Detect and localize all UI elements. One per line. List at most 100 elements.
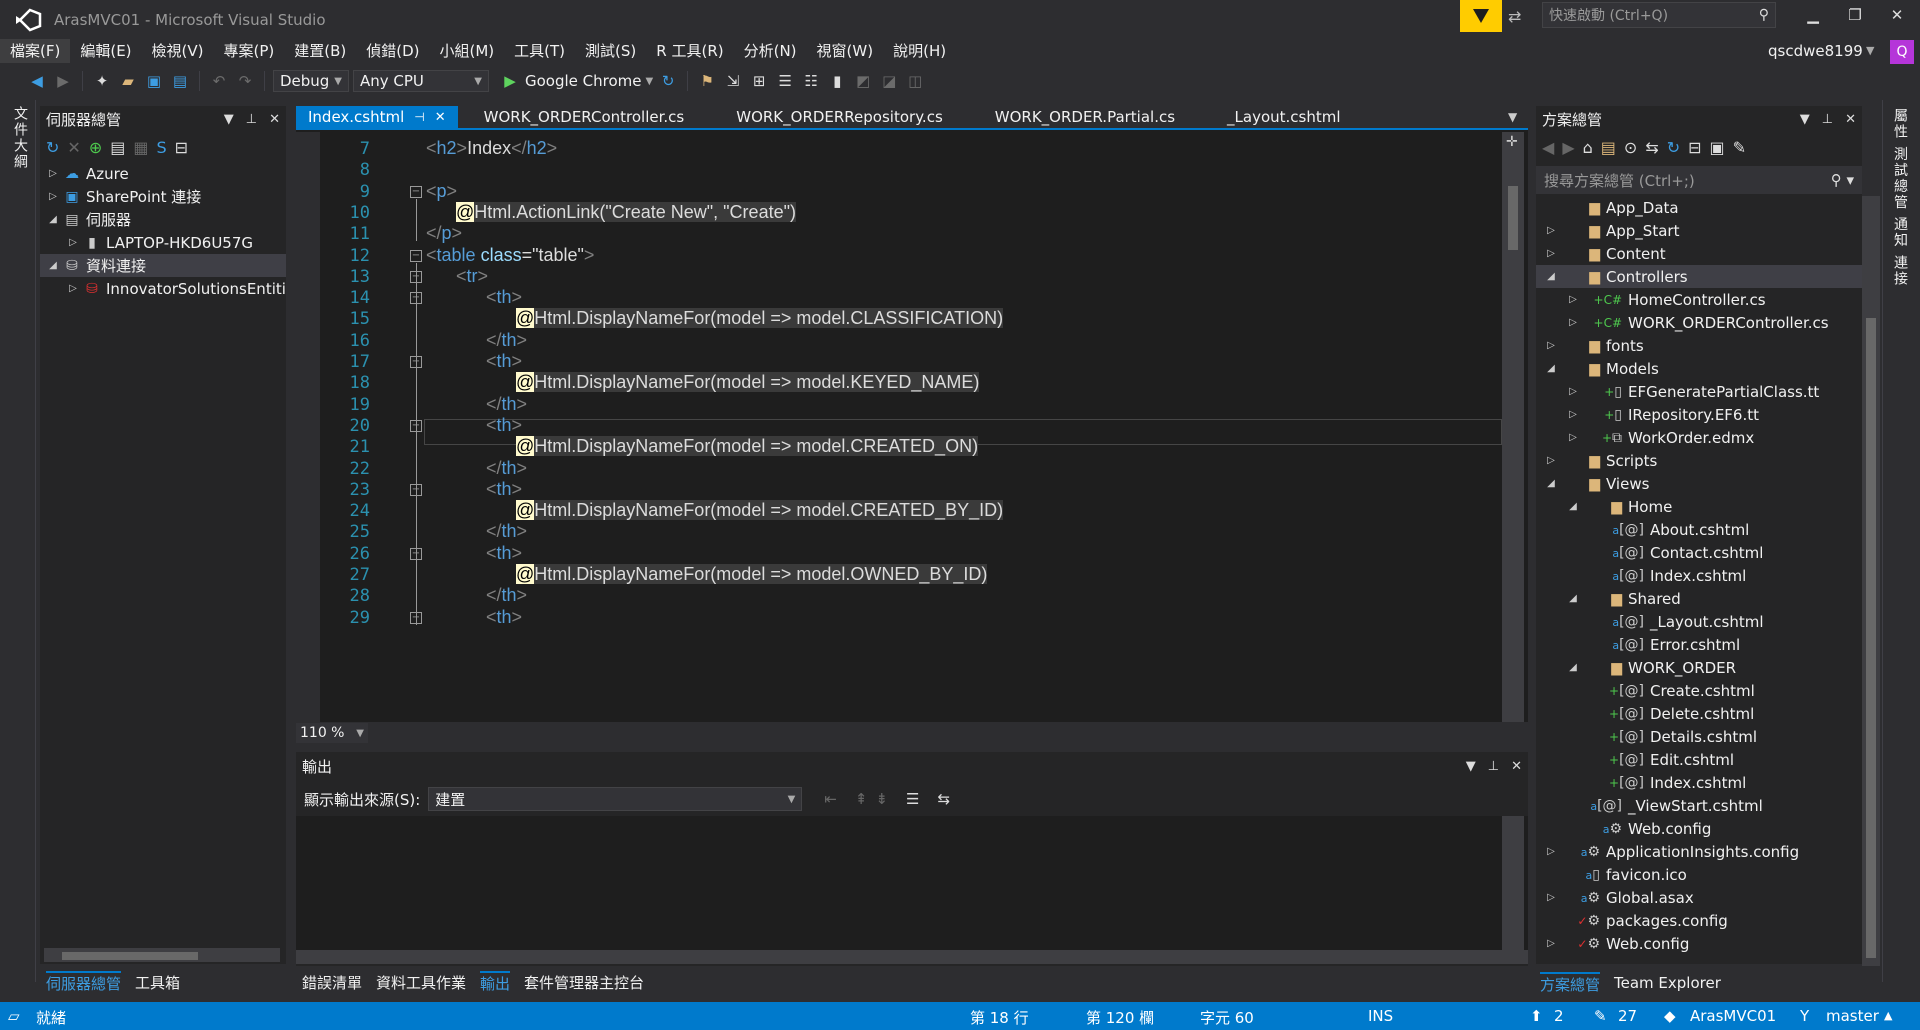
solution-item[interactable]: +[@] Create.cshtml bbox=[1536, 679, 1862, 702]
close-icon[interactable]: ✕ bbox=[1845, 112, 1856, 127]
chevron-down-icon[interactable]: ▼ bbox=[1466, 759, 1476, 774]
solution-item[interactable]: a[@] Index.cshtml bbox=[1536, 564, 1862, 587]
collapse-all-icon[interactable]: ⊟ bbox=[1688, 138, 1701, 157]
document-tab[interactable]: WORK_ORDERController.cs bbox=[472, 106, 697, 128]
clear-bookmarks-icon[interactable]: ◫ bbox=[904, 70, 926, 92]
expanded-arrow-icon[interactable]: ◢ bbox=[1538, 363, 1564, 374]
expanded-arrow-icon[interactable]: ◢ bbox=[44, 214, 62, 225]
start-debug-icon[interactable]: ▶ bbox=[499, 70, 521, 92]
solution-item[interactable]: a[@] _Layout.cshtml bbox=[1536, 610, 1862, 633]
stop-icon[interactable]: ✕ bbox=[67, 138, 80, 157]
bookmark-icon[interactable]: ▮ bbox=[826, 70, 848, 92]
step-icon[interactable]: ⇲ bbox=[722, 70, 744, 92]
arrow-up-icon[interactable]: ⬆ bbox=[1530, 1007, 1543, 1025]
pin-icon[interactable]: ⊥ bbox=[246, 112, 257, 127]
solution-item[interactable]: a[@] Error.cshtml bbox=[1536, 633, 1862, 656]
bottom-tab[interactable]: 資料工具作業 bbox=[376, 972, 466, 993]
connect-server-icon[interactable]: ▤ bbox=[110, 138, 125, 157]
solution-item[interactable]: a[@] _ViewStart.cshtml bbox=[1536, 794, 1862, 817]
solution-item[interactable]: ◢ ▆ Controllers bbox=[1536, 265, 1862, 288]
notification-flag-icon[interactable] bbox=[1460, 0, 1502, 32]
collapsed-arrow-icon[interactable]: ▷ bbox=[1538, 846, 1564, 857]
collapsed-arrow-icon[interactable]: ▷ bbox=[1560, 432, 1586, 443]
collapsed-arrow-icon[interactable]: ▷ bbox=[1538, 892, 1564, 903]
collapsed-arrow-icon[interactable]: ▷ bbox=[44, 168, 62, 179]
save-icon[interactable]: ▣ bbox=[143, 70, 165, 92]
chevron-down-icon[interactable]: ▼ bbox=[1508, 110, 1517, 124]
tree-item[interactable]: ◢ ▤ 伺服器 bbox=[40, 208, 286, 231]
solution-item[interactable]: ▷ +⧉ WorkOrder.edmx bbox=[1536, 426, 1862, 449]
solution-search-input[interactable]: 搜尋方案總管 (Ctrl+;) ⚲ ▾ bbox=[1536, 166, 1862, 194]
expanded-arrow-icon[interactable]: ◢ bbox=[1560, 593, 1586, 604]
collapsed-arrow-icon[interactable]: ▷ bbox=[44, 191, 62, 202]
chevron-up-icon[interactable]: ▲ bbox=[1884, 1009, 1892, 1022]
comment-icon[interactable]: ☰ bbox=[774, 70, 796, 92]
expanded-arrow-icon[interactable]: ◢ bbox=[44, 260, 62, 271]
repository-name[interactable]: ArasMVC01 bbox=[1690, 1007, 1776, 1025]
solution-item[interactable]: +[@] Details.cshtml bbox=[1536, 725, 1862, 748]
uncomment-icon[interactable]: ☷ bbox=[800, 70, 822, 92]
menu-item[interactable]: 檔案(F) bbox=[0, 39, 71, 63]
menu-item[interactable]: 檢視(V) bbox=[142, 39, 214, 63]
menu-item[interactable]: 分析(N) bbox=[734, 39, 807, 63]
navigate-forward-icon[interactable]: ▶ bbox=[52, 70, 74, 92]
solution-item[interactable]: ▷ ▆ Scripts bbox=[1536, 449, 1862, 472]
properties-icon[interactable]: ✎ bbox=[1733, 138, 1746, 157]
user-name[interactable]: qscdwe8199 bbox=[1768, 42, 1863, 60]
pin-icon[interactable]: ⊥ bbox=[1822, 112, 1833, 127]
zoom-select[interactable]: 110 % ▼ bbox=[296, 723, 368, 743]
quick-launch-input[interactable]: 快速啟動 (Ctrl+Q) ⚲ bbox=[1542, 2, 1776, 28]
solution-item[interactable]: ▷ ✓⚙ Web.config bbox=[1536, 932, 1862, 955]
configuration-select[interactable]: Debug ▼ bbox=[273, 70, 349, 92]
redo-icon[interactable]: ↷ bbox=[234, 70, 256, 92]
menu-item[interactable]: 說明(H) bbox=[883, 39, 956, 63]
bottom-tab[interactable]: Team Explorer bbox=[1614, 974, 1721, 992]
bottom-tab[interactable]: 輸出 bbox=[480, 970, 511, 994]
sync-icon[interactable]: ⇆ bbox=[1645, 138, 1658, 157]
tree-item[interactable]: ◢ ⛁ 資料連接 bbox=[40, 254, 286, 277]
expanded-arrow-icon[interactable]: ◢ bbox=[1560, 501, 1586, 512]
new-project-icon[interactable]: ✦ bbox=[91, 70, 113, 92]
solution-item[interactable]: ▷ +C# WORK_ORDERController.cs bbox=[1536, 311, 1862, 334]
clear-all-icon[interactable]: ☰ bbox=[906, 790, 919, 808]
open-file-icon[interactable]: ▰ bbox=[117, 70, 139, 92]
forward-icon[interactable]: ▶ bbox=[1562, 138, 1574, 157]
bottom-tab[interactable]: 套件管理器主控台 bbox=[524, 972, 644, 993]
tree-item[interactable]: ▷ ▮ LAPTOP-HKD6U57G bbox=[40, 231, 286, 254]
solution-item[interactable]: ▷ +C# HomeController.cs bbox=[1536, 288, 1862, 311]
back-icon[interactable]: ◀ bbox=[1542, 138, 1554, 157]
solution-item[interactable]: ◢ ▆ WORK_ORDER bbox=[1536, 656, 1862, 679]
collapsed-arrow-icon[interactable]: ▷ bbox=[1538, 455, 1564, 466]
restore-button[interactable]: ❐ bbox=[1842, 6, 1868, 28]
navigate-back-icon[interactable]: ◀ bbox=[26, 70, 48, 92]
branch-icon[interactable]: Y bbox=[1800, 1007, 1809, 1025]
word-wrap-icon[interactable]: ⇆ bbox=[937, 790, 950, 808]
output-window-icon[interactable]: ▱ bbox=[8, 1007, 20, 1025]
refresh-icon[interactable]: ↻ bbox=[1667, 138, 1680, 157]
refresh-icon[interactable]: ↻ bbox=[46, 138, 59, 157]
expanded-arrow-icon[interactable]: ◢ bbox=[1538, 271, 1564, 282]
solution-item[interactable]: ◢ ▆ Home bbox=[1536, 495, 1862, 518]
refresh-browser-icon[interactable]: ↻ bbox=[657, 70, 679, 92]
scrollbar-thumb[interactable] bbox=[62, 952, 198, 960]
collapsed-arrow-icon[interactable]: ▷ bbox=[1538, 340, 1564, 351]
run-target-label[interactable]: Google Chrome bbox=[525, 72, 642, 90]
solution-item[interactable]: ▷ a⚙ ApplicationInsights.config bbox=[1536, 840, 1862, 863]
collapse-region-icon[interactable]: − bbox=[410, 185, 422, 198]
solution-item[interactable]: ✓⚙ packages.config bbox=[1536, 909, 1862, 932]
home-icon[interactable]: ⌂ bbox=[1583, 138, 1593, 157]
document-tab[interactable]: WORK_ORDERRepository.cs bbox=[724, 106, 955, 128]
collapsed-arrow-icon[interactable]: ▷ bbox=[1560, 409, 1586, 420]
tree-item[interactable]: ▷ ⛁ InnovatorSolutionsEntities bbox=[40, 277, 286, 300]
collapsed-arrow-icon[interactable]: ▷ bbox=[1538, 225, 1564, 236]
document-tab[interactable]: WORK_ORDER.Partial.cs bbox=[983, 106, 1187, 128]
chevron-down-icon[interactable]: ▼ bbox=[646, 76, 654, 87]
solution-item[interactable]: ▷ ▆ App_Start bbox=[1536, 219, 1862, 242]
next-bookmark-icon[interactable]: ◪ bbox=[878, 70, 900, 92]
solution-item[interactable]: ◢ ▆ Shared bbox=[1536, 587, 1862, 610]
bottom-tab[interactable]: 工具箱 bbox=[135, 972, 180, 993]
expanded-arrow-icon[interactable]: ◢ bbox=[1560, 662, 1586, 673]
go-to-message-icon[interactable]: ⇤ bbox=[824, 790, 837, 808]
find-in-files-icon[interactable]: ⚑ bbox=[696, 70, 718, 92]
collapsed-arrow-icon[interactable]: ▷ bbox=[1538, 938, 1564, 949]
